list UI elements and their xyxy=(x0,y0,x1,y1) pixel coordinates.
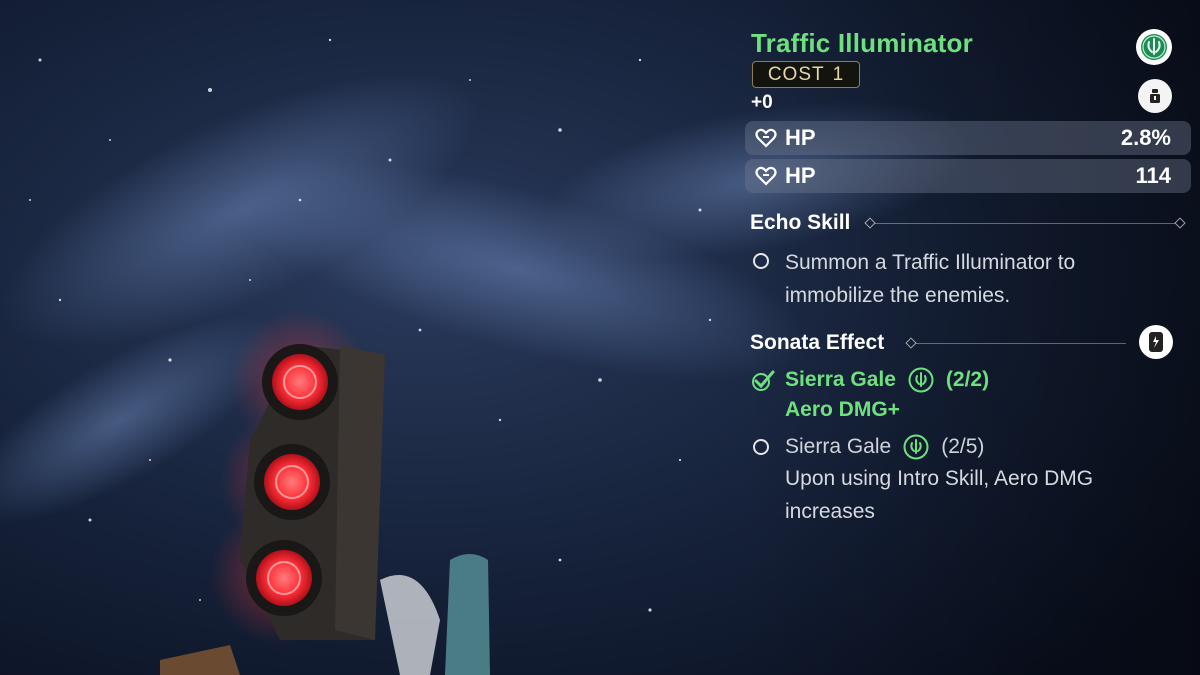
lock-icon[interactable] xyxy=(1138,79,1172,113)
heart-icon xyxy=(755,128,777,148)
stat-value: 2.8% xyxy=(1120,125,1171,150)
sonata-effect-active: Sierra Gale (2/2) xyxy=(785,367,989,393)
aero-sonata-icon xyxy=(908,367,934,393)
divider-diamond xyxy=(1174,217,1186,229)
heart-icon xyxy=(755,166,777,186)
stat-row-sub: HP 114 xyxy=(745,159,1191,193)
sonata-info-icon[interactable] xyxy=(1139,325,1173,359)
echo-skill-desc-line1: Summon a Traffic Illuminator to xyxy=(785,251,1076,274)
aero-sonata-icon xyxy=(903,434,929,460)
sonata-effect-description: Upon using Intro Skill, Aero DMG increas… xyxy=(785,462,1093,528)
divider-diamond xyxy=(905,337,917,349)
bullet-circle xyxy=(753,439,769,455)
sonata-set-count: (2/2) xyxy=(945,368,990,391)
sonata-effect-heading: Sonata Effect xyxy=(750,331,885,354)
sonata-set-icon[interactable] xyxy=(1136,29,1172,65)
sonata-effect-bonus: Aero DMG+ xyxy=(785,398,900,421)
check-icon xyxy=(751,370,775,392)
echo-skill-heading: Echo Skill xyxy=(750,211,851,234)
sonata-set-name: Sierra Gale xyxy=(785,368,896,391)
echo-level: +0 xyxy=(751,92,773,113)
stat-name: HP xyxy=(785,125,816,150)
cost-value: 1 xyxy=(832,63,845,85)
stat-row-main: HP 2.8% xyxy=(745,121,1191,155)
echo-name: Traffic Illuminator xyxy=(751,28,973,58)
sonata-set-count: (2/5) xyxy=(941,435,985,458)
echo-skill-desc-line2: immobilize the enemies. xyxy=(785,284,1011,307)
sonata-desc-line2: increases xyxy=(785,500,875,523)
divider-line xyxy=(875,223,1175,224)
echo-detail-panel: Traffic Illuminator COST 1 +0 HP 2.8% HP… xyxy=(745,0,1191,675)
sonata-set-name: Sierra Gale xyxy=(785,435,892,458)
sonata-desc-line1: Upon using Intro Skill, Aero DMG xyxy=(785,467,1094,490)
stat-name: HP xyxy=(785,163,816,188)
sonata-effect-inactive: Sierra Gale (2/5) xyxy=(785,434,984,460)
cost-badge: COST 1 xyxy=(752,61,860,88)
divider-line xyxy=(916,343,1126,344)
divider-diamond xyxy=(864,217,876,229)
bullet-circle xyxy=(753,253,769,269)
echo-skill-description: Summon a Traffic Illuminator to immobili… xyxy=(785,246,1075,312)
cost-label: COST xyxy=(767,63,825,85)
stat-value: 114 xyxy=(1135,163,1172,188)
